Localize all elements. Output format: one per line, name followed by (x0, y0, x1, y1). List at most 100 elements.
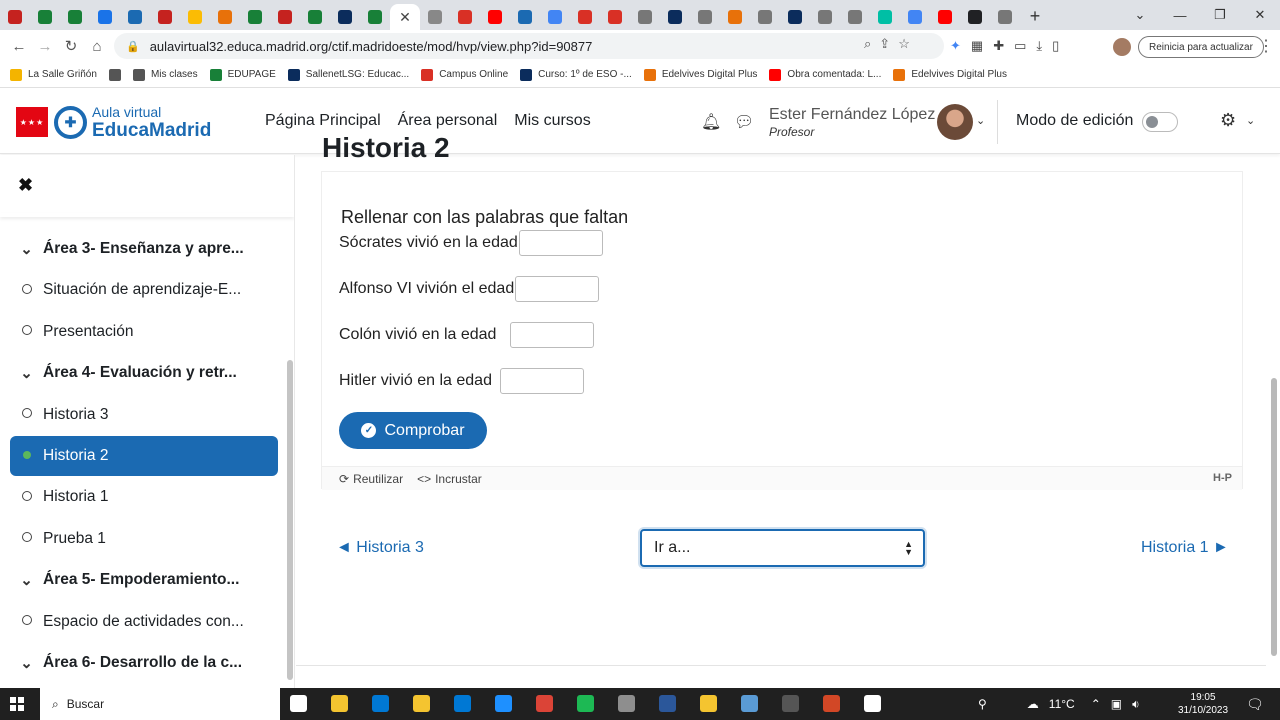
logo-top-text[interactable]: Aula virtual (92, 104, 161, 120)
download-icon[interactable]: ⤓ (1036, 38, 1042, 54)
browser-tab[interactable] (300, 4, 330, 30)
taskbar-app-icon[interactable] (577, 695, 594, 712)
volume-icon[interactable]: 🔉︎ (1132, 697, 1140, 712)
nav-home[interactable]: Página Principal (265, 112, 381, 130)
bookmark-item[interactable]: SallenetLSG: Educac... (287, 68, 409, 81)
madrid-flag-icon[interactable]: ★★★ (16, 107, 48, 137)
tray-chevron-up-icon[interactable]: ⌃ (1091, 697, 1101, 711)
zoom-icon[interactable]: ⌕ (864, 36, 871, 52)
new-tab-plus-icon[interactable]: + (1020, 6, 1050, 27)
browser-tab[interactable] (450, 4, 480, 30)
taskbar-app-icon[interactable] (823, 695, 840, 712)
browser-tab[interactable] (120, 4, 150, 30)
jump-to-select[interactable]: Ir a... ▲ ▼ (640, 529, 925, 567)
taskbar-clock[interactable]: 19:05 31/10/2023 (1178, 691, 1228, 717)
browser-tab[interactable] (510, 4, 540, 30)
forward-icon[interactable]: → (32, 38, 58, 55)
reload-icon[interactable]: ↻ (58, 37, 84, 55)
page-scrollbar[interactable] (1271, 378, 1277, 656)
drawer-scrollbar[interactable] (287, 360, 293, 680)
next-activity-link[interactable]: Historia 1 ► (1141, 539, 1229, 557)
browser-tab[interactable] (0, 4, 30, 30)
taskbar-app-icon[interactable] (864, 695, 881, 712)
course-section-item[interactable]: ⌄ Área 4- Evaluación y retr... (10, 353, 278, 393)
browser-tab[interactable] (690, 4, 720, 30)
course-activity-item[interactable]: Espacio de actividades con... (10, 602, 278, 642)
browser-tab[interactable] (660, 4, 690, 30)
browser-tab[interactable] (630, 4, 660, 30)
nav-my-courses[interactable]: Mis cursos (514, 112, 590, 130)
bookmark-item[interactable]: Edelvives Digital Plus (643, 68, 757, 81)
tab-search-icon[interactable]: ⌄ (1120, 7, 1160, 23)
course-section-item[interactable]: ⌄ Área 3- Enseñanza y apre... (10, 229, 278, 269)
browser-tab[interactable] (570, 4, 600, 30)
grid-extension-icon[interactable]: ▦ (971, 38, 983, 54)
browser-tab[interactable] (360, 4, 390, 30)
bookmark-star-icon[interactable]: ☆ (898, 36, 910, 52)
update-button[interactable]: Reinicia para actualizar (1138, 36, 1264, 58)
taskbar-app-icon[interactable] (495, 695, 512, 712)
weather-cloud-icon[interactable]: ☁ (1027, 697, 1039, 711)
bookmark-item[interactable]: EDUPAGE (209, 68, 276, 81)
course-activity-item[interactable]: Presentación (10, 312, 278, 352)
embed-button[interactable]: <> Incrustar (417, 472, 482, 486)
browser-tab[interactable] (240, 4, 270, 30)
extension-icon[interactable]: ✦ (950, 38, 961, 54)
check-button[interactable]: ✓ Comprobar (339, 412, 487, 449)
temperature[interactable]: 11°C (1049, 697, 1075, 711)
browser-tab[interactable] (720, 4, 750, 30)
course-activity-item[interactable]: Situación de aprendizaje-E... (10, 270, 278, 310)
blank-input[interactable] (509, 322, 594, 348)
taskbar-app-icon[interactable] (413, 695, 430, 712)
browser-tab[interactable] (870, 4, 900, 30)
browser-tab[interactable] (810, 4, 840, 30)
blank-input[interactable] (515, 276, 600, 302)
browser-tab[interactable] (270, 4, 300, 30)
cast-icon[interactable]: ▭ (1014, 38, 1026, 54)
browser-tab[interactable] (30, 4, 60, 30)
bookmark-item[interactable]: Obra comentada: L... (769, 68, 881, 81)
windows-start-icon[interactable] (10, 697, 24, 711)
sidepanel-icon[interactable]: ▯ (1052, 38, 1059, 54)
puzzle-icon[interactable]: ✚ (993, 38, 1004, 54)
browser-tab[interactable] (540, 4, 570, 30)
course-activity-item[interactable]: Historia 3 (10, 395, 278, 435)
taskbar-app-icon[interactable] (331, 695, 348, 712)
back-icon[interactable]: ← (6, 38, 32, 55)
close-window-icon[interactable]: ✕ (1240, 7, 1280, 23)
taskbar-app-icon[interactable] (741, 695, 758, 712)
browser-tab[interactable] (480, 4, 510, 30)
notifications-bell-icon[interactable]: 🔔︎ (701, 112, 721, 132)
gear-icon[interactable]: ⚙ (1220, 110, 1236, 131)
reuse-button[interactable]: ⟳ Reutilizar (339, 472, 403, 486)
blank-input[interactable] (518, 230, 603, 256)
bookmark-item[interactable]: Campus Online (421, 68, 508, 81)
browser-tab[interactable] (960, 4, 990, 30)
maximize-icon[interactable]: ❐ (1200, 7, 1240, 23)
bookmark-item[interactable]: Mis clases (132, 68, 198, 81)
taskbar-app-icon[interactable] (782, 695, 799, 712)
browser-tab[interactable] (930, 4, 960, 30)
edit-mode-toggle[interactable] (1142, 112, 1178, 132)
browser-profile-avatar[interactable] (1113, 38, 1131, 56)
browser-tab[interactable] (210, 4, 240, 30)
taskbar-app-icon[interactable] (536, 695, 553, 712)
taskbar-app-icon[interactable] (454, 695, 471, 712)
browser-menu-icon[interactable]: ⋮ (1258, 36, 1274, 56)
bookmark-item[interactable]: La Salle Griñón (10, 68, 97, 81)
browser-tab[interactable] (60, 4, 90, 30)
people-icon[interactable]: ⚲ (978, 697, 987, 711)
close-icon[interactable]: ✖ (18, 175, 33, 196)
browser-tab[interactable] (840, 4, 870, 30)
url-input[interactable]: 🔒 aulavirtual32.educa.madrid.org/ctif.ma… (114, 33, 944, 59)
browser-tab[interactable] (990, 4, 1020, 30)
course-activity-item[interactable]: Historia 2 (10, 436, 278, 476)
user-avatar[interactable] (937, 104, 973, 140)
browser-tab[interactable] (150, 4, 180, 30)
active-browser-tab[interactable]: ✕ (390, 4, 420, 30)
taskbar-app-icon[interactable] (700, 695, 717, 712)
h5p-logo[interactable]: H-P (1213, 472, 1232, 484)
browser-tab[interactable] (750, 4, 780, 30)
settings-chevron-down-icon[interactable]: ⌄ (1246, 114, 1255, 127)
course-section-item[interactable]: ⌄ Área 6- Desarrollo de la c... (10, 643, 278, 683)
